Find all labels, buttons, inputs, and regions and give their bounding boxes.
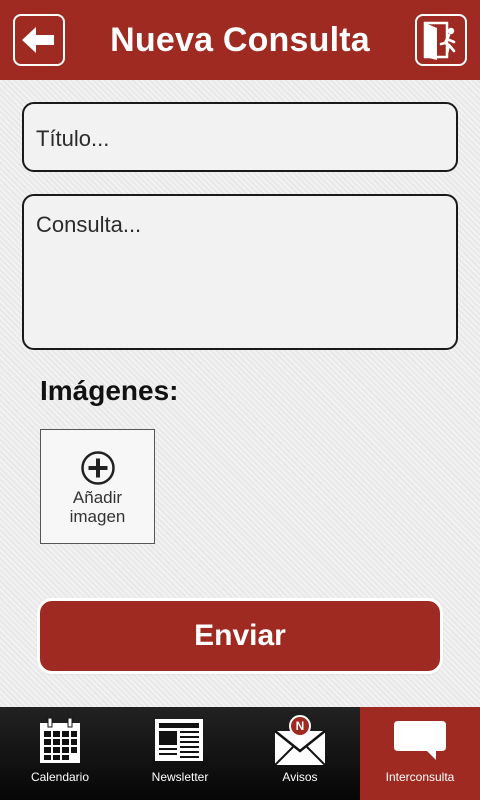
chat-bubble-icon — [394, 721, 446, 760]
plus-circle-icon — [80, 451, 115, 485]
send-button[interactable]: Enviar — [40, 601, 440, 671]
back-button[interactable] — [13, 14, 65, 66]
nav-item-newsletter[interactable]: Newsletter — [120, 707, 240, 800]
title-input[interactable]: Título... — [22, 102, 458, 172]
nav-label-avisos: Avisos — [282, 770, 318, 784]
nav-item-interconsulta[interactable]: Interconsulta — [360, 707, 480, 800]
newspaper-icon — [155, 719, 203, 761]
app-header: Nueva Consulta — [0, 0, 480, 80]
title-placeholder: Título... — [36, 126, 110, 151]
nav-label-newsletter: Newsletter — [151, 770, 209, 784]
page-title: Nueva Consulta — [110, 20, 370, 59]
query-textarea[interactable]: Consulta... — [22, 194, 458, 350]
avisos-badge: N — [295, 719, 305, 733]
bottom-nav: Calendario Newsletter N Avisos Intercons… — [0, 707, 480, 800]
exit-door-icon — [423, 21, 456, 60]
arrow-left-icon — [22, 27, 54, 53]
nav-item-calendario[interactable]: Calendario — [0, 707, 120, 800]
nav-label-calendario: Calendario — [30, 770, 90, 784]
query-placeholder: Consulta... — [36, 212, 142, 237]
images-label: Imágenes: — [40, 375, 179, 406]
add-image-button[interactable]: Añadir imagen — [40, 429, 155, 544]
nav-label-interconsulta: Interconsulta — [385, 770, 455, 784]
add-image-label: Añadir imagen — [69, 488, 126, 526]
calendar-icon — [40, 717, 80, 763]
nav-item-avisos[interactable]: N Avisos — [240, 707, 360, 800]
exit-button[interactable] — [415, 14, 467, 66]
